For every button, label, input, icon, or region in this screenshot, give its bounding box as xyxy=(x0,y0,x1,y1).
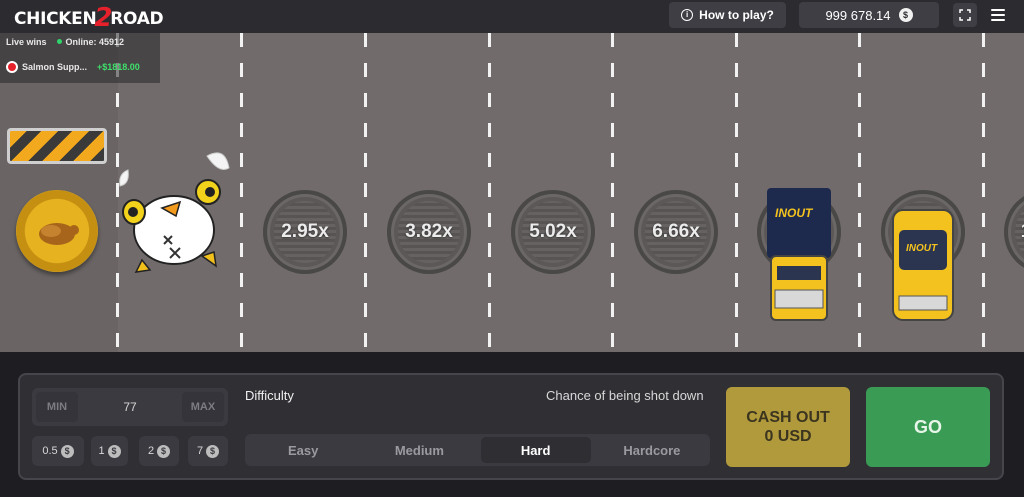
logo-text-road: ROAD xyxy=(110,9,164,29)
car-brand-label: INOUT xyxy=(906,243,938,254)
info-icon: i xyxy=(681,9,694,21)
chip-value: 7 xyxy=(196,445,204,457)
lane-divider xyxy=(982,33,985,352)
menu-icon-bar xyxy=(991,9,1005,11)
how-to-play-button[interactable]: i How to play? xyxy=(669,2,786,28)
go-button[interactable]: GO xyxy=(866,387,990,467)
lane-manhole[interactable]: 5.02x xyxy=(511,190,595,274)
bet-chip-button[interactable]: 1 $ xyxy=(91,436,128,466)
road-barrier xyxy=(7,128,107,164)
cash-out-amount: 0 USD xyxy=(764,428,812,445)
player-name: Salmon Supp... xyxy=(22,62,88,72)
difficulty-medium[interactable]: Medium xyxy=(364,437,474,463)
lane-manhole[interactable]: 3.82x xyxy=(387,190,471,274)
online-dot-icon xyxy=(56,39,62,44)
lane-divider xyxy=(364,33,367,352)
win-amount: +$1818.00 xyxy=(97,62,140,72)
dollar-coin-icon: $ xyxy=(898,8,913,22)
cash-out-label: CASH OUT xyxy=(746,409,830,426)
menu-button[interactable] xyxy=(991,6,1005,24)
lane-divider xyxy=(735,33,738,352)
dollar-coin-icon: $ xyxy=(107,444,121,458)
lane-divider xyxy=(858,33,861,352)
car-graphic xyxy=(892,209,954,321)
difficulty-hardcore[interactable]: Hardcore xyxy=(597,437,707,463)
balance-display: 999 678.14 $ xyxy=(799,2,939,28)
lane-divider xyxy=(611,33,614,352)
cash-out-button[interactable]: CASH OUT 0 USD xyxy=(726,387,850,467)
lane-multiplier: 2.95x xyxy=(281,221,329,242)
dollar-coin-icon: $ xyxy=(60,444,74,458)
menu-icon-bar xyxy=(991,19,1005,21)
player-avatar-icon xyxy=(6,61,18,73)
how-to-play-label: How to play? xyxy=(699,8,774,22)
truck-brand-label: INOUT xyxy=(775,206,813,220)
live-wins-panel: Live wins Online: 45912 Salmon Supp... +$… xyxy=(0,33,160,83)
logo-number: 2 xyxy=(94,3,113,33)
bet-amount-input[interactable]: 77 xyxy=(82,388,178,426)
online-count: Online: 45912 xyxy=(65,37,125,47)
live-wins-label: Live wins xyxy=(6,37,47,47)
top-bar: CHICKEN2ROAD i How to play? 999 678.14 $ xyxy=(0,0,1024,33)
live-wins-header: Live wins Online: 45912 xyxy=(6,37,124,47)
bet-chip-button[interactable]: 2 $ xyxy=(139,436,179,466)
go-label: GO xyxy=(913,416,942,437)
bet-amount-box: MIN 77 MAX xyxy=(32,388,228,426)
chance-label: Chance of being shot down xyxy=(546,388,704,403)
lane-multiplier: 3.82x xyxy=(405,221,453,242)
dollar-coin-icon: $ xyxy=(206,444,220,458)
car-icon: INOUT xyxy=(889,206,957,324)
lane-multiplier: 5.02x xyxy=(529,221,577,242)
game-logo: CHICKEN2ROAD xyxy=(14,4,164,31)
fullscreen-button[interactable] xyxy=(953,3,977,27)
balance-value: 999 678.14 xyxy=(825,7,891,23)
lane-manhole[interactable]: 6.66x xyxy=(634,190,718,274)
difficulty-selector: Easy Medium Hard Hardcore xyxy=(245,434,710,466)
chicken-character-icon xyxy=(119,152,230,273)
bet-min-button[interactable]: MIN xyxy=(36,392,78,422)
chip-value: 2 xyxy=(147,445,155,457)
lane-divider xyxy=(488,33,491,352)
dollar-coin-icon: $ xyxy=(157,444,171,458)
menu-icon-bar xyxy=(991,14,1005,16)
lane-manhole[interactable]: 2.95x xyxy=(263,190,347,274)
gold-manhole-cover xyxy=(16,190,98,272)
truck-icon: INOUT xyxy=(765,186,833,324)
difficulty-label: Difficulty xyxy=(245,388,294,403)
roast-chicken-icon xyxy=(39,223,79,245)
logo-text-chicken: CHICKEN xyxy=(14,9,97,29)
chip-value: 1 xyxy=(98,445,105,457)
difficulty-hard[interactable]: Hard xyxy=(480,437,591,463)
lane-multiplier: 6.66x xyxy=(652,221,700,242)
lane-manhole[interactable]: 1 xyxy=(1004,190,1024,274)
bet-chip-button[interactable]: 7 $ xyxy=(188,436,228,466)
chip-value: 0.5 xyxy=(42,445,58,457)
difficulty-easy[interactable]: Easy xyxy=(248,437,358,463)
live-win-entry: Salmon Supp... +$1818.00 xyxy=(6,61,140,73)
fullscreen-icon xyxy=(959,9,971,21)
bet-chip-button[interactable]: 0.5 $ xyxy=(32,436,84,466)
bet-max-button[interactable]: MAX xyxy=(182,392,224,422)
